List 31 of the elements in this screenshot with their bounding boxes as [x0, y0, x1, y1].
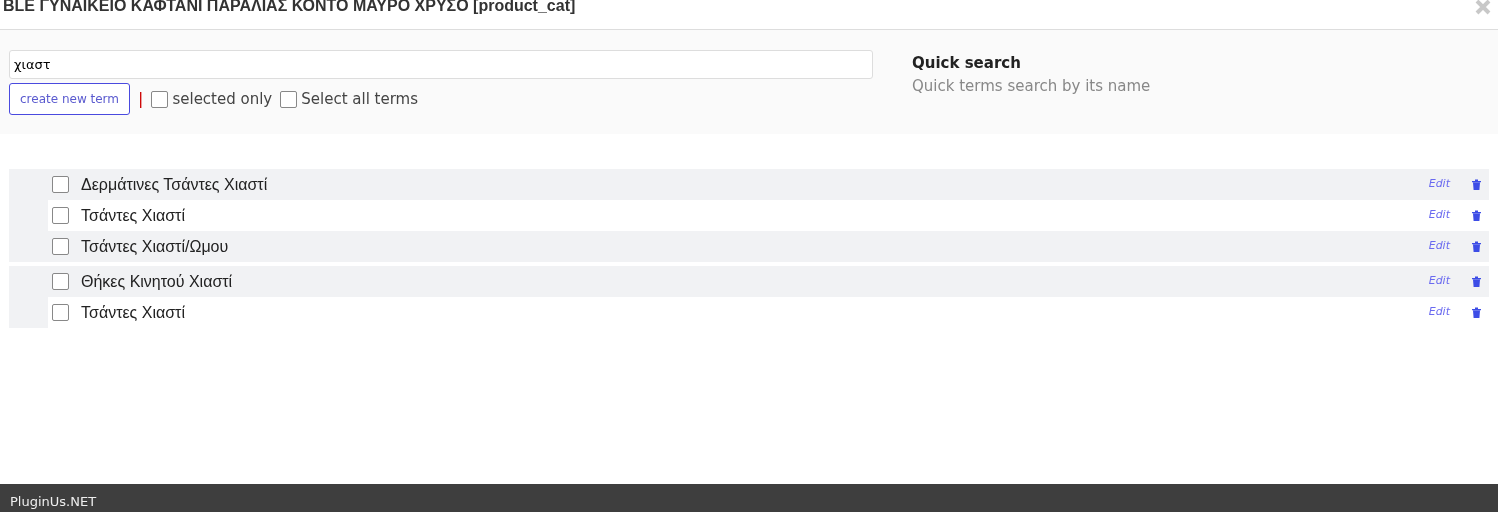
- checkbox[interactable]: [52, 176, 69, 193]
- trash-icon[interactable]: [1472, 276, 1481, 287]
- edit-link[interactable]: Edit: [1428, 238, 1450, 255]
- checkbox[interactable]: [52, 304, 69, 321]
- option-label: selected only: [172, 88, 273, 110]
- term-name: Τσάντες Χιαστί: [81, 302, 185, 323]
- trash-icon[interactable]: [1472, 210, 1481, 221]
- edit-link[interactable]: Edit: [1428, 176, 1450, 193]
- edit-link[interactable]: Edit: [1428, 273, 1450, 290]
- checkbox[interactable]: [52, 273, 69, 290]
- checkbox[interactable]: [151, 90, 169, 108]
- trash-icon[interactable]: [1472, 241, 1481, 252]
- edit-link[interactable]: Edit: [1428, 207, 1450, 224]
- checkbox[interactable]: [52, 207, 69, 224]
- checkbox[interactable]: [280, 90, 298, 108]
- option-label: Select all terms: [301, 88, 419, 110]
- help-text: Quick terms search by its name: [912, 75, 1151, 97]
- separator-text: |: [138, 88, 144, 110]
- trash-icon[interactable]: [1472, 307, 1481, 318]
- create-term-button[interactable]: create new term: [9, 83, 131, 115]
- term-name: Δερμάτινες Τσάντες Χιαστί: [81, 174, 268, 195]
- term-name: Θήκες Κινητού Χιαστί: [81, 271, 233, 292]
- term-name: Τσάντες Χιαστί: [81, 205, 185, 226]
- help-title: Quick search: [912, 53, 1022, 74]
- checkbox[interactable]: [52, 238, 69, 255]
- footer-text: PluginUs.NET: [10, 494, 97, 509]
- window-title: BLE ΓΥΝΑΙΚΕΙΟ ΚΑΦΤΑΝΙ ΠΑΡΑΛΙΑΣ ΚΟΝΤΟ ΜΑΥΡΟ ΧΡΥΣΟ [product_cat]: [3, 0, 576, 16]
- trash-icon[interactable]: [1472, 179, 1481, 190]
- term-name: Τσάντες Χιαστί/Ωμου: [81, 236, 229, 257]
- search-field[interactable]: χιαστ: [9, 50, 873, 79]
- edit-link[interactable]: Edit: [1428, 304, 1450, 321]
